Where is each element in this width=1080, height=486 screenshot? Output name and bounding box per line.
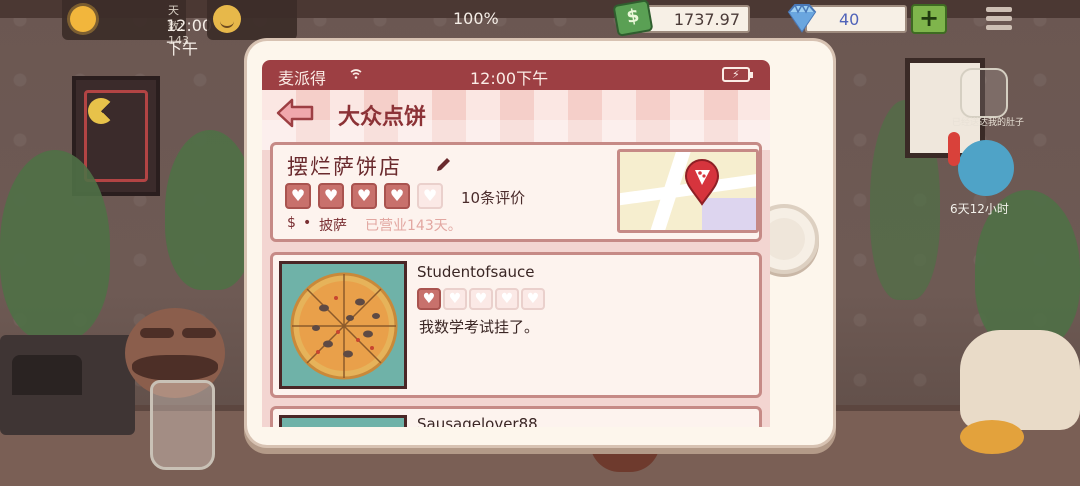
gem-icon — [787, 3, 817, 33]
pencil-edit-icon[interactable] — [435, 155, 453, 173]
reviewer-name: Studentofsauce — [417, 263, 535, 281]
open-days: 已营业143天。 — [365, 218, 462, 234]
counter-jar — [150, 380, 215, 470]
business-category: 披萨 — [319, 218, 347, 234]
back-arrow-icon[interactable] — [276, 98, 314, 128]
customer-alert-icon[interactable] — [948, 132, 1014, 196]
gem-amount: 40 — [839, 10, 860, 29]
pizza-photo — [279, 415, 407, 427]
money-amount: 1737.97 — [673, 10, 740, 29]
smile-icon — [213, 5, 241, 33]
map-pin-icon — [684, 159, 720, 206]
heart-empty-icon: ♥ — [417, 183, 443, 209]
heart-empty-icon: ♥ — [443, 288, 467, 310]
phone-clock: 12:00下午 — [470, 69, 549, 88]
carrier-name: 麦派得 — [278, 69, 327, 88]
heart-empty-icon: ♥ — [469, 288, 493, 310]
pizza-photo — [279, 261, 407, 389]
review-card[interactable]: Sausagelover88 — [270, 406, 762, 427]
heart-filled-icon: ♥ — [417, 288, 441, 310]
money-icon — [612, 0, 654, 37]
plant-left-2 — [165, 130, 255, 290]
review-count: 10条评价 — [461, 189, 526, 207]
battery-icon: ⚡ — [722, 67, 753, 82]
heart-filled-icon: ♥ — [318, 183, 344, 209]
add-gems-button[interactable]: + — [911, 4, 947, 34]
location-map[interactable] — [617, 149, 759, 233]
goldfish-icon — [960, 420, 1024, 454]
pizza-icon — [290, 272, 398, 380]
customer-timer: 6天12小时 — [950, 202, 1009, 216]
heart-filled-icon: ♥ — [351, 183, 377, 209]
mood-percent: 100% — [453, 9, 499, 28]
review-card[interactable]: Studentofsauce ♥ ♥ ♥ ♥ ♥ 我数学考试挂了。 — [270, 252, 762, 398]
wifi-icon — [350, 69, 362, 79]
pacman-icon — [88, 98, 114, 124]
review-text: 我数学考试挂了。 — [419, 318, 540, 336]
heart-empty-icon: ♥ — [521, 288, 545, 310]
business-card: 摆烂萨饼店 ♥ ♥ ♥ ♥ ♥ 10条评价 $ • 披萨 已营业143天。 — [270, 142, 762, 242]
plant-left — [0, 150, 110, 340]
sun-icon — [70, 6, 96, 32]
reviewer-name: Sausagelover88 — [417, 415, 538, 427]
plant-pot — [960, 330, 1080, 430]
app-title: 大众点饼 — [338, 105, 427, 130]
game-time: 12:00下午 — [166, 16, 213, 58]
separator-dot: • — [303, 215, 312, 231]
delivery-jar[interactable] — [960, 68, 1008, 118]
business-name: 摆烂萨饼店 — [287, 155, 402, 179]
money-display: 1737.97 — [640, 5, 750, 33]
delivery-jar-label: 已经送达我的肚子 — [952, 118, 1025, 128]
hamburger-menu-icon[interactable] — [984, 4, 1014, 34]
price-level: $ — [287, 215, 296, 231]
phone-screen: 麦派得 12:00下午 ⚡ 大众点饼 摆烂萨饼店 ♥ ♥ ♥ ♥ ♥ 10条评价 $ •… — [262, 60, 770, 427]
heart-empty-icon: ♥ — [495, 288, 519, 310]
heart-filled-icon: ♥ — [384, 183, 410, 209]
phone-status-bar: 麦派得 12:00下午 ⚡ — [262, 60, 770, 90]
heart-filled-icon: ♥ — [285, 183, 311, 209]
